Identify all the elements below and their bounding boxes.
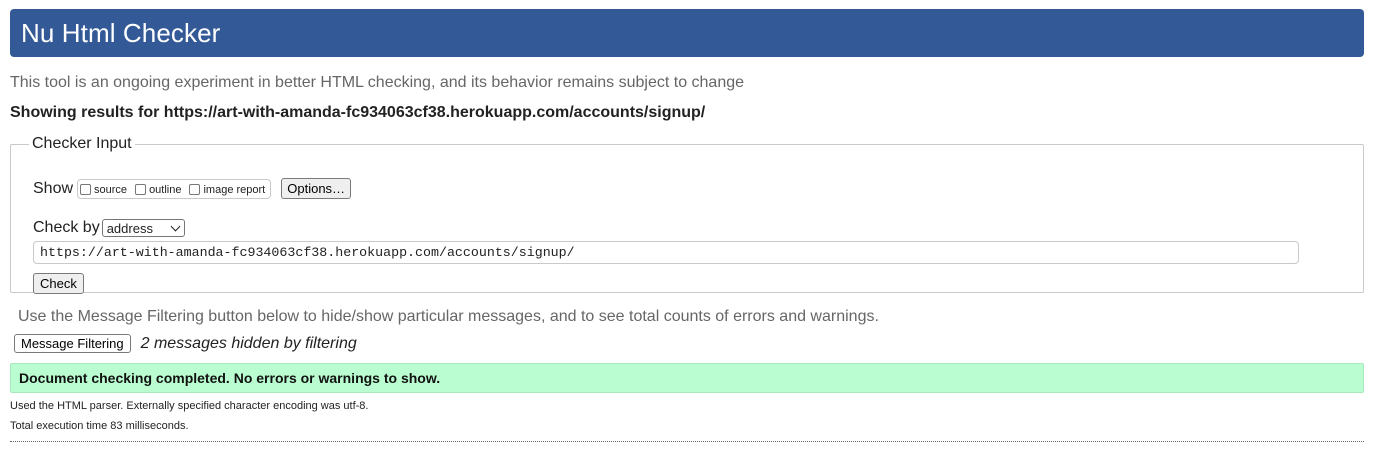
image-report-label: image report: [203, 183, 266, 196]
check-by-value: address: [106, 220, 153, 236]
tagline: This tool is an ongoing experiment in be…: [10, 74, 745, 91]
show-row: Show source outline image report Options…: [33, 178, 352, 199]
options-button[interactable]: Options…: [281, 178, 352, 199]
chevron-down-icon: [170, 221, 181, 231]
image-report-checkbox[interactable]: [189, 184, 201, 195]
hidden-messages-note: 2 messages hidden by filtering: [140, 334, 357, 352]
url-input[interactable]: https://art-with-amanda-fc934063cf38.her…: [33, 241, 1299, 264]
results-heading: Showing results for https://art-with-ama…: [10, 104, 706, 121]
divider: [10, 441, 1364, 442]
check-by-select[interactable]: address: [101, 219, 185, 237]
show-label: Show: [33, 179, 74, 197]
show-options-group: source outline image report: [77, 178, 272, 199]
check-by-label: Check by: [33, 219, 100, 236]
parser-note: Used the HTML parser. Externally specifi…: [10, 400, 369, 412]
source-label: source: [94, 183, 128, 196]
show-image-report-option[interactable]: image report: [187, 184, 265, 196]
show-source-option[interactable]: source: [78, 184, 127, 196]
outline-label: outline: [149, 183, 182, 196]
check-button[interactable]: Check: [33, 273, 84, 294]
checker-input-legend: Checker Input: [32, 135, 132, 152]
filtering-note: Use the Message Filtering button below t…: [18, 308, 879, 325]
filtering-row: Message Filtering 2 messages hidden by f…: [14, 334, 357, 353]
check-by-row: Check by address: [33, 219, 185, 237]
success-message: Document checking completed. No errors o…: [10, 363, 1364, 393]
execution-time-note: Total execution time 83 milliseconds.: [10, 420, 189, 432]
source-checkbox[interactable]: [80, 184, 92, 195]
outline-checkbox[interactable]: [135, 184, 147, 195]
title-bar: Nu Html Checker: [10, 9, 1364, 57]
page: Nu Html Checker This tool is an ongoing …: [0, 0, 1383, 458]
message-filtering-button[interactable]: Message Filtering: [14, 334, 131, 353]
checker-input-fieldset: Checker Input Show source outline image …: [10, 135, 1364, 294]
page-title: Nu Html Checker: [21, 17, 221, 48]
show-outline-option[interactable]: outline: [133, 184, 181, 196]
